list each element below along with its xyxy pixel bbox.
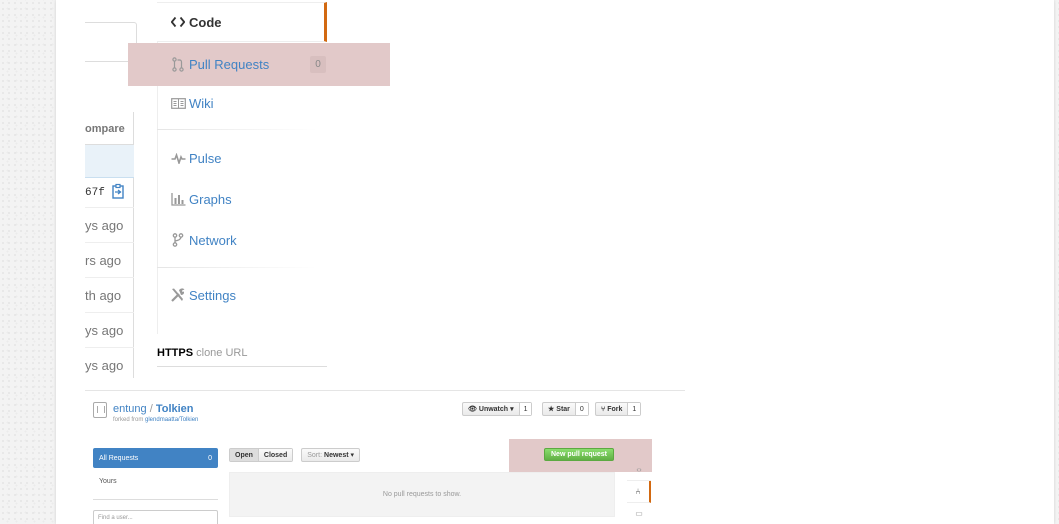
commit-age: ys ago <box>85 208 134 243</box>
repo-owner-link[interactable]: entung <box>113 403 147 415</box>
repo-forked-icon <box>93 402 107 418</box>
nav-item-code[interactable]: Code <box>157 2 327 42</box>
nav-item-graphs[interactable]: Graphs <box>157 179 327 219</box>
filter-label: All Requests <box>99 454 139 462</box>
commit-tease-bar <box>85 145 134 178</box>
clone-protocol[interactable]: HTTPS <box>157 347 193 359</box>
sidebar-divider <box>93 499 218 500</box>
caret-down-icon: ▾ <box>510 406 514 413</box>
sort-label: Sort: <box>307 451 323 459</box>
sort-value: Newest <box>324 451 349 459</box>
clipboard-icon[interactable] <box>110 183 126 199</box>
nav-label: Wiki <box>189 95 214 111</box>
fork-label: Fork <box>607 405 623 413</box>
commit-age: ys ago <box>85 348 134 378</box>
menu-divider <box>157 129 317 130</box>
unwatch-label: Unwatch <box>478 405 509 413</box>
find-user-input[interactable]: Find a user... <box>93 510 218 524</box>
nav-label: Graphs <box>189 191 232 207</box>
pull-request-icon <box>169 57 187 73</box>
sort-dropdown[interactable]: Sort: Newest ▾ <box>301 448 361 462</box>
tab-closed[interactable]: Closed <box>257 449 293 461</box>
sha-text: 67f <box>85 187 105 199</box>
code-icon[interactable]: ‹› <box>627 459 651 481</box>
pull-request-icon[interactable]: ⑃ <box>627 481 651 503</box>
fork-icon: ⑂ <box>601 405 606 413</box>
clone-url-divider <box>157 366 327 367</box>
repo-name-link[interactable]: Tolkien <box>156 403 194 415</box>
tools-icon <box>169 287 187 303</box>
repo-title: entung / Tolkien <box>113 403 194 415</box>
nav-label: Code <box>189 14 222 30</box>
repo-nav-menu: Code Pull Requests 0 Wiki Pulse Graphs N… <box>128 0 390 378</box>
unwatch-button[interactable]: 👁 Unwatch ▾ 1 <box>462 402 533 416</box>
filter-all-requests[interactable]: All Requests 0 <box>93 448 218 468</box>
page-canvas: ompare 67f ys ago rs ago th ago ys ago y… <box>56 0 1054 524</box>
eye-icon: 👁 <box>468 406 477 413</box>
nav-label: Settings <box>189 287 236 303</box>
commit-age: rs ago <box>85 243 134 278</box>
star-label: Star <box>556 405 570 413</box>
file-list-fragment: ompare 67f ys ago rs ago th ago ys ago y… <box>85 112 134 378</box>
fork-icon <box>169 232 187 248</box>
repo-slash: / <box>146 403 156 415</box>
pull-requests-filter-sidebar: All Requests 0 Yours Find a user... <box>93 448 218 524</box>
filter-yours[interactable]: Yours <box>93 468 218 495</box>
zoomed-repo-view: ompare 67f ys ago rs ago th ago ys ago y… <box>56 0 1054 378</box>
book-icon[interactable]: ▭ <box>627 503 651 524</box>
fork-source-link[interactable]: glendmaatta/Tolkien <box>145 417 198 423</box>
commit-age: th ago <box>85 278 134 313</box>
mini-repo-nav: ‹› ⑃ ▭ <box>627 459 651 524</box>
stars-count[interactable]: 0 <box>574 403 588 415</box>
forks-count[interactable]: 1 <box>627 403 641 415</box>
latest-commit-sha: 67f <box>85 178 134 208</box>
clone-suffix: clone URL <box>193 347 248 359</box>
nav-label: Network <box>189 232 237 248</box>
forked-prefix: forked from <box>113 417 146 423</box>
new-pull-request-button[interactable]: New pull request <box>544 448 615 461</box>
pull-requests-page-preview: entung / Tolkien forked from glendmaatta… <box>85 390 685 524</box>
star-icon: ★ <box>548 406 555 413</box>
book-icon <box>169 95 187 111</box>
pull-request-state-tabs: Open Closed Sort: Newest ▾ <box>229 448 361 462</box>
nav-item-pulse[interactable]: Pulse <box>157 138 327 178</box>
clone-url-label: HTTPS clone URL <box>157 347 247 359</box>
nav-item-wiki[interactable]: Wiki <box>157 83 327 123</box>
nav-label: Pull Requests <box>189 57 270 72</box>
empty-state: No pull requests to show. <box>229 472 615 517</box>
nav-label: Pulse <box>189 150 222 166</box>
star-button[interactable]: ★ Star 0 <box>542 402 589 416</box>
nav-item-network[interactable]: Network <box>157 220 327 260</box>
commit-age: ys ago <box>85 313 134 348</box>
nav-item-pull-requests[interactable]: Pull Requests 0 <box>128 43 390 86</box>
fork-button[interactable]: ⑂ Fork 1 <box>595 402 642 416</box>
menu-divider <box>157 267 317 268</box>
graph-icon <box>169 191 187 207</box>
pull-requests-counter: 0 <box>310 56 326 73</box>
pulse-icon <box>169 150 187 166</box>
compare-button[interactable]: ompare <box>85 112 134 145</box>
filter-count: 0 <box>208 454 212 462</box>
state-switch: Open Closed <box>229 448 294 462</box>
caret-down-icon: ▾ <box>350 452 355 459</box>
forked-from: forked from glendmaatta/Tolkien <box>113 417 198 423</box>
tab-open[interactable]: Open <box>230 449 258 461</box>
watchers-count[interactable]: 1 <box>518 403 532 415</box>
nav-item-settings[interactable]: Settings <box>157 275 327 315</box>
code-icon <box>169 14 187 30</box>
